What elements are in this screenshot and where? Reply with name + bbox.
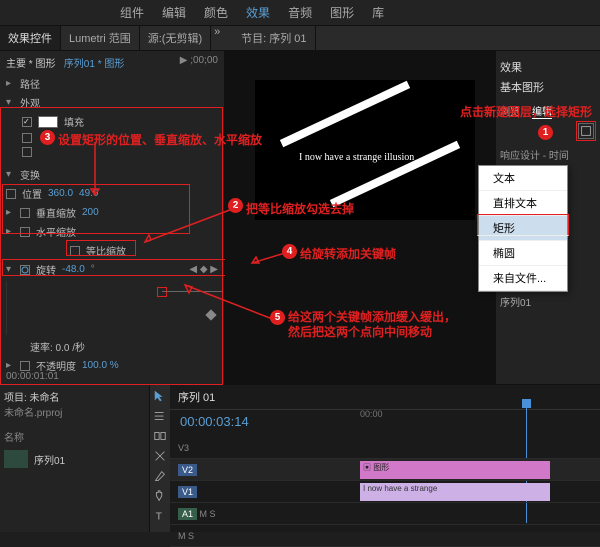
- clip-graphic[interactable]: ▣ 图形: [360, 461, 550, 479]
- prop-path[interactable]: 路径: [20, 76, 40, 91]
- clip-video[interactable]: I now have a strange: [360, 483, 550, 501]
- track-v1[interactable]: V1: [178, 486, 197, 498]
- menu-ellipse[interactable]: 椭圆: [479, 241, 567, 266]
- twirl-icon[interactable]: ▾: [6, 169, 14, 180]
- tab-source[interactable]: 源:(无剪辑): [140, 26, 211, 50]
- rot-val[interactable]: -48.0: [62, 264, 85, 275]
- checkbox-stroke[interactable]: [22, 133, 32, 143]
- panel-essential-graphics[interactable]: 基本图形: [500, 79, 596, 95]
- keyframe-toggle[interactable]: [20, 208, 30, 218]
- program-caption: I now have a strange illusion: [299, 152, 414, 163]
- seq-thumb[interactable]: [4, 450, 28, 468]
- hand-icon[interactable]: [153, 489, 167, 503]
- badge-5: 5: [270, 310, 285, 325]
- keyframe-toggle[interactable]: [20, 361, 30, 371]
- tool-column: T: [150, 385, 170, 532]
- project-panel: 项目: 未命名 未命名.prproj 名称 序列01: [0, 385, 150, 532]
- badge-2: 2: [228, 198, 243, 213]
- program-monitor[interactable]: I now have a strange illusion: [255, 80, 475, 220]
- prop-vscale[interactable]: 垂直缩放: [36, 205, 76, 220]
- badge-3: 3: [40, 130, 55, 145]
- fill-swatch[interactable]: [38, 116, 58, 128]
- timeline-timecode[interactable]: 00:00:03:14: [170, 410, 600, 433]
- track-v2[interactable]: V2: [178, 464, 197, 476]
- lib-item[interactable]: 序列01: [500, 292, 596, 311]
- project-title[interactable]: 项目: 未命名: [4, 389, 145, 404]
- pen-icon[interactable]: [153, 469, 167, 483]
- twirl-icon[interactable]: ▾: [6, 264, 14, 275]
- tab-edit[interactable]: 编辑: [532, 103, 552, 119]
- vscale-val[interactable]: 200: [82, 207, 99, 218]
- panel-effects[interactable]: 效果: [500, 59, 596, 75]
- twirl-icon[interactable]: ▾: [6, 97, 14, 108]
- new-layer-button[interactable]: [578, 123, 594, 139]
- svg-text:T: T: [156, 511, 163, 523]
- tab-program[interactable]: 节目: 序列 01: [233, 26, 315, 50]
- keyframe-toggle-rotation[interactable]: [20, 265, 30, 275]
- menu-item[interactable]: 库: [372, 4, 384, 21]
- track-a1[interactable]: A1: [178, 508, 197, 520]
- keyframe-toggle[interactable]: [6, 189, 16, 199]
- clip-crumb: 主要 * 图形 序列01 * 图形 ▶ ;00;00: [0, 51, 224, 74]
- responsive-design: 响应设计 - 时间: [500, 147, 596, 162]
- keyframe-toggle[interactable]: [20, 227, 30, 237]
- tab-effect-controls[interactable]: 效果控件: [0, 26, 61, 50]
- checkbox-shadow[interactable]: [22, 147, 32, 157]
- rate-label: 速率: 0.0 /秒: [30, 339, 85, 354]
- razor-icon[interactable]: [153, 449, 167, 463]
- menu-item[interactable]: 音频: [288, 4, 312, 21]
- ripple-icon[interactable]: [153, 429, 167, 443]
- prop-transform: 变换: [20, 167, 40, 182]
- top-menu: 组件 编辑 颜色 效果 音频 图形 库: [0, 0, 600, 26]
- badge-4: 4: [282, 244, 297, 259]
- tab-lumetri[interactable]: Lumetri 范围: [61, 26, 140, 50]
- menu-item-active[interactable]: 效果: [246, 4, 270, 21]
- prop-hscale[interactable]: 水平缩放: [36, 224, 76, 239]
- timeline-panel: 序列 01 00:00:03:14 00:00 V3 V2 ▣ 图形 V1 I …: [170, 385, 600, 532]
- prop-position[interactable]: 位置: [22, 186, 42, 201]
- menu-item[interactable]: 组件: [120, 4, 144, 21]
- effect-controls-panel: 主要 * 图形 序列01 * 图形 ▶ ;00;00 ▸路径 ▾外观 填充 ▾变…: [0, 51, 225, 384]
- checkbox-uniform-scale[interactable]: [70, 246, 80, 256]
- checkbox-fill[interactable]: [22, 117, 32, 127]
- badge-1: 1: [538, 125, 553, 140]
- ec-timecode: 00:00:01:01: [6, 371, 59, 382]
- menu-item[interactable]: 颜色: [204, 4, 228, 21]
- menu-vtext[interactable]: 直排文本: [479, 191, 567, 216]
- pos-x[interactable]: 360.0: [48, 188, 73, 199]
- track-select-icon[interactable]: [153, 409, 167, 423]
- ruler-label: 00:00: [360, 409, 383, 419]
- menu-text[interactable]: 文本: [479, 166, 567, 191]
- type-icon[interactable]: T: [153, 509, 167, 523]
- panel-tab-bar: 效果控件 Lumetri 范围 源:(无剪辑) » 节目: 序列 01: [0, 26, 600, 51]
- timeline-title[interactable]: 序列 01: [170, 385, 223, 409]
- tab-browse[interactable]: 浏览: [500, 103, 520, 119]
- prop-appearance: 外观: [20, 95, 40, 110]
- col-name[interactable]: 名称: [4, 429, 145, 444]
- project-file: 未命名.prproj: [4, 404, 145, 419]
- prop-rotation[interactable]: 旋转: [36, 262, 56, 277]
- menu-rectangle[interactable]: 矩形: [479, 216, 567, 241]
- new-layer-menu: 文本 直排文本 矩形 椭圆 来自文件...: [478, 165, 568, 292]
- seq-item[interactable]: 序列01: [34, 452, 65, 467]
- selection-tool-icon[interactable]: [153, 389, 167, 403]
- menu-item[interactable]: 图形: [330, 4, 354, 21]
- playhead-handle[interactable]: [522, 399, 531, 408]
- twirl-icon[interactable]: ▸: [6, 78, 14, 89]
- menu-fromfile[interactable]: 来自文件...: [479, 266, 567, 291]
- pos-y[interactable]: 49.0: [79, 188, 98, 199]
- menu-item[interactable]: 编辑: [162, 4, 186, 21]
